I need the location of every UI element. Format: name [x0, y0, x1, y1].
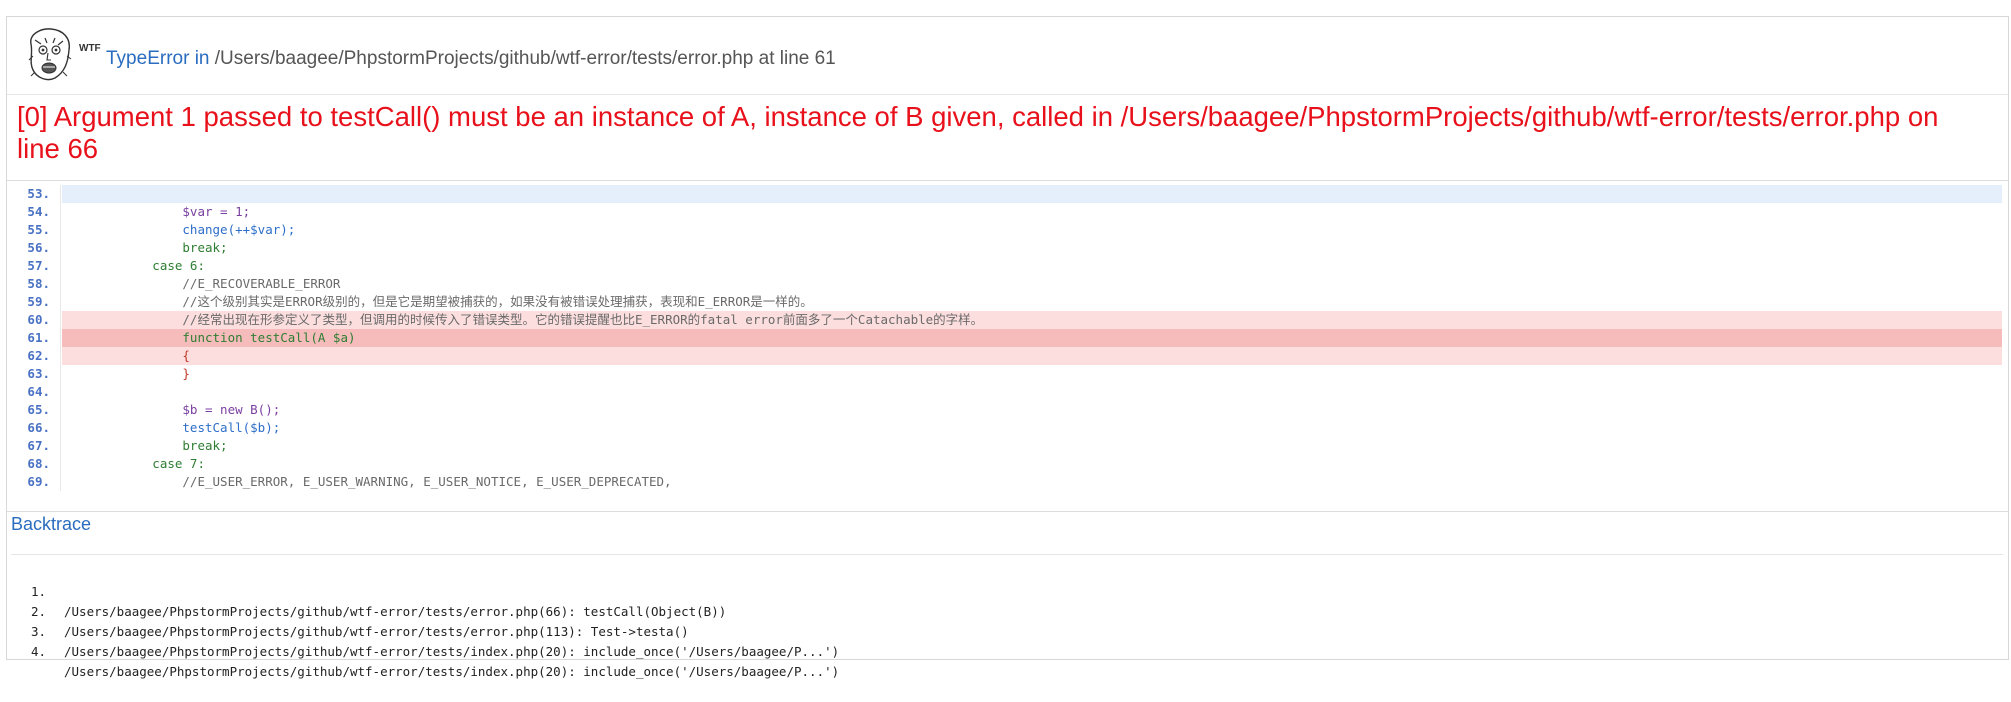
backtrace-frame: /Users/baagee/PhpstormProjects/github/wt…	[64, 644, 840, 659]
backtrace-list: 1. /Users/baagee/PhpstormProjects/github…	[7, 562, 839, 679]
code-line-context: 62. {	[7, 347, 2008, 365]
line-number: 58.	[27, 276, 50, 291]
backtrace-frame: /Users/baagee/PhpstormProjects/github/wt…	[64, 604, 727, 619]
code-line: 63. }	[7, 365, 2008, 383]
line-content: break;	[62, 438, 228, 453]
line-content: //E_RECOVERABLE_ERROR	[62, 276, 341, 291]
code-line: 58. //E_RECOVERABLE_ERROR	[7, 275, 2008, 293]
line-content: function testCall(A $a)	[62, 329, 2002, 347]
code-divider-top	[7, 180, 2008, 181]
wtf-label: WTF	[79, 43, 101, 54]
code-line: 68. case 7:	[7, 455, 2008, 473]
line-number: 57.	[27, 258, 50, 273]
backtrace-divider	[11, 554, 2003, 555]
backtrace-item: 4. /Users/baagee/PhpstormProjects/github…	[7, 622, 839, 679]
line-number: 59.	[27, 294, 50, 309]
error-file-location: /Users/baagee/PhpstormProjects/github/wt…	[214, 48, 836, 69]
line-number: 63.	[27, 366, 50, 381]
line-number: 55.	[27, 222, 50, 237]
line-content: //经常出现在形参定义了类型，但调用的时候传入了错误类型。它的错误提醒也比E_E…	[62, 311, 2002, 329]
line-number: 65.	[27, 402, 50, 417]
line-number: 66.	[27, 420, 50, 435]
code-line: 54. $var = 1;	[7, 203, 2008, 221]
backtrace-item: 2. /Users/baagee/PhpstormProjects/github…	[7, 582, 689, 639]
code-snippet: 53. 54. $var = 1; 55. change(++$var); 56…	[7, 185, 2008, 511]
code-line: 66. testCall($b);	[7, 419, 2008, 437]
line-number: 62.	[27, 348, 50, 363]
code-line: 64.	[7, 383, 2008, 401]
code-line: 59. //这个级别其实是ERROR级别的，但是它是期望被捕获的，如果没有被错误…	[7, 293, 2008, 311]
code-line: 57. case 6:	[7, 257, 2008, 275]
line-content: //E_USER_ERROR, E_USER_WARNING, E_USER_N…	[62, 474, 672, 489]
code-line: 56. break;	[7, 239, 2008, 257]
rage-face-icon	[28, 28, 72, 81]
line-number: 54.	[27, 204, 50, 219]
line-number: 56.	[27, 240, 50, 255]
line-number: 69.	[27, 474, 50, 489]
line-content: change(++$var);	[62, 222, 296, 237]
line-number: 53.	[27, 186, 50, 201]
line-number: 67.	[27, 438, 50, 453]
backtrace-title: Backtrace	[11, 514, 92, 534]
line-content: testCall($b);	[62, 420, 281, 435]
code-line: 65. $b = new B();	[7, 401, 2008, 419]
line-content: $b = new B();	[62, 402, 281, 417]
line-content: case 7:	[62, 456, 205, 471]
code-line: 53.	[7, 185, 2008, 203]
line-content: break;	[62, 240, 228, 255]
line-content: {	[62, 347, 2002, 365]
line-content: case 6:	[62, 258, 205, 273]
code-line: 55. change(++$var);	[7, 221, 2008, 239]
code-divider-bottom	[7, 511, 2008, 512]
error-in-label: in	[194, 48, 210, 69]
backtrace-frame: /Users/baagee/PhpstormProjects/github/wt…	[64, 664, 840, 679]
error-message: [0] Argument 1 passed to testCall() must…	[17, 101, 1939, 164]
line-number: 64.	[27, 384, 50, 399]
line-number: 60.	[27, 312, 50, 327]
error-panel: WTF TypeError in /Users/baagee/PhpstormP…	[6, 16, 2009, 679]
line-content: }	[62, 366, 190, 381]
line-content	[62, 383, 2002, 401]
backtrace-index: 4.	[31, 644, 47, 659]
backtrace-item: 3. /Users/baagee/PhpstormProjects/github…	[7, 602, 839, 659]
line-number: 68.	[27, 456, 50, 471]
error-type: TypeError	[106, 48, 190, 69]
backtrace-item: 1. /Users/baagee/PhpstormProjects/github…	[7, 562, 726, 619]
error-summary: TypeError in /Users/baagee/PhpstormProje…	[106, 48, 836, 70]
error-header: WTF TypeError in /Users/baagee/PhpstormP…	[7, 17, 2008, 95]
code-line-error: 61. function testCall(A $a)	[7, 329, 2008, 347]
code-line: 69. //E_USER_ERROR, E_USER_WARNING, E_US…	[7, 473, 2008, 491]
line-number: 61.	[27, 330, 50, 345]
code-line-context: 60. //经常出现在形参定义了类型，但调用的时候传入了错误类型。它的错误提醒也…	[7, 311, 2008, 329]
line-content	[62, 185, 2002, 203]
line-content: //这个级别其实是ERROR级别的，但是它是期望被捕获的，如果没有被错误处理捕获…	[62, 294, 813, 309]
code-line: 67. break;	[7, 437, 2008, 455]
header-divider	[7, 94, 2008, 95]
backtrace-frame: /Users/baagee/PhpstormProjects/github/wt…	[64, 624, 689, 639]
line-content: $var = 1;	[62, 204, 251, 219]
